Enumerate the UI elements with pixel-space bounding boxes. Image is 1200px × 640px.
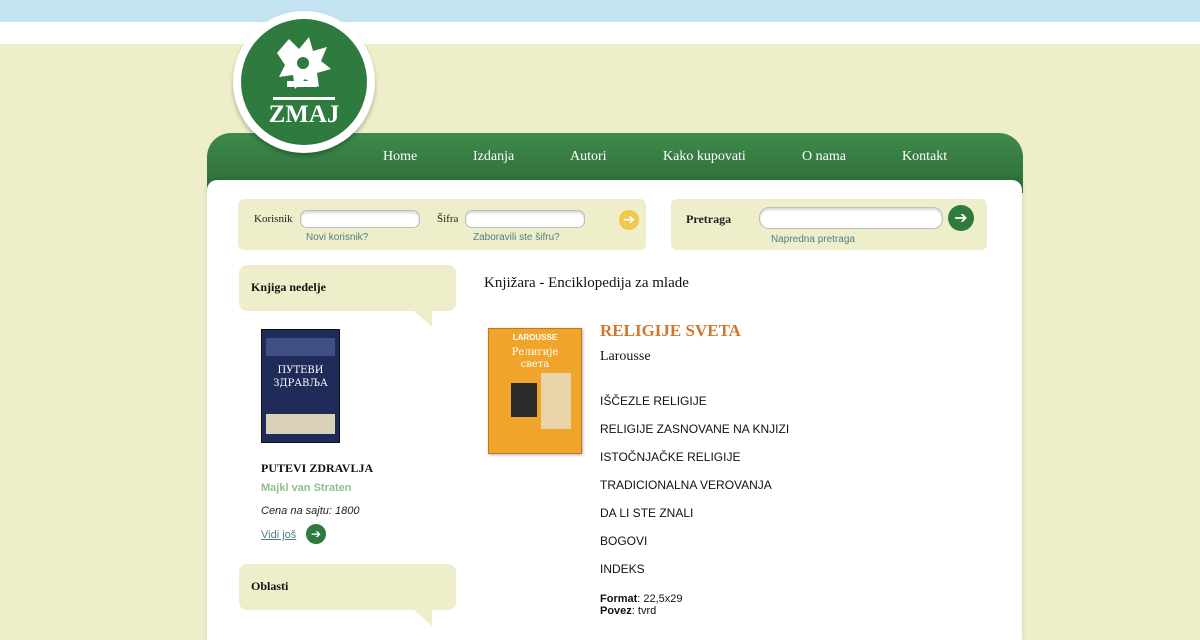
nav-kako-kupovati[interactable]: Kako kupovati [663, 149, 746, 165]
contents-item: IŠČEZLE RELIGIJE [600, 394, 707, 408]
nav-kontakt[interactable]: Kontakt [902, 149, 947, 165]
featured-book-price: Cena na sajtu: 1800 [261, 505, 360, 517]
book-cover[interactable]: LAROUSSE Религије света [488, 328, 582, 454]
featured-cover-title: ПУТЕВИ ЗДРАВЉА [273, 365, 328, 389]
user-input[interactable] [300, 210, 420, 228]
categories-title: Oblasti [251, 579, 289, 593]
format-value: : 22,5x29 [637, 593, 683, 605]
search-form: Pretraga Napredna pretraga ➔ [671, 199, 987, 250]
see-more-link[interactable]: Vidi još [261, 529, 296, 541]
cover-brand: LAROUSSE [512, 333, 558, 342]
search-label: Pretraga [686, 212, 732, 226]
header-tail [414, 311, 432, 327]
see-more-button[interactable]: ➔ [306, 524, 326, 544]
binding-value: : tvrd [631, 605, 657, 617]
book-format: Format: 22,5x29 [600, 593, 683, 605]
featured-book-author: Majkl van Straten [261, 482, 352, 494]
login-submit-button[interactable]: ➔ [619, 210, 639, 230]
site-logo[interactable]: ZMAJ [233, 11, 375, 153]
search-input[interactable] [759, 207, 943, 229]
book-binding: Povez: tvrd [600, 605, 656, 617]
white-stripe [0, 22, 1200, 44]
cover-illustrations [266, 414, 335, 434]
cover-statue [541, 373, 571, 429]
contents-item: BOGOVI [600, 534, 648, 548]
contents-item: TRADICIONALNA VEROVANJA [600, 478, 772, 492]
cover-band [266, 338, 335, 356]
contents-item: DA LI STE ZNALI [600, 506, 694, 520]
dragon-icon [277, 37, 331, 89]
book-publisher: Larousse [600, 349, 651, 364]
nav-o-nama[interactable]: O nama [802, 149, 846, 165]
arrow-right-icon: ➔ [954, 208, 968, 227]
search-submit-button[interactable]: ➔ [948, 205, 974, 231]
breadcrumb: Knjižara - Enciklopedija za mlade [484, 275, 689, 291]
featured-book-title[interactable]: PUTEVI ZDRAVLJA [261, 461, 373, 476]
cover-figure [511, 383, 537, 417]
login-form: Korisnik Šifra Novi korisnik? Zaboravili… [238, 199, 646, 250]
featured-book-cover[interactable]: ПУТЕВИ ЗДРАВЉА [261, 329, 340, 443]
book-title: RELIGIJE SVETA [600, 321, 741, 340]
password-label: Šifra [437, 213, 459, 225]
logo-underline [273, 97, 335, 100]
arrow-right-icon: ➔ [623, 212, 635, 228]
contents-item: INDEKS [600, 562, 645, 576]
advanced-search-link[interactable]: Napredna pretraga [771, 234, 855, 245]
contents-item: RELIGIJE ZASNOVANE NA KNJIZI [600, 422, 790, 436]
logo-text: ZMAJ [268, 101, 340, 128]
top-stripe [0, 0, 1200, 22]
arrow-right-icon: ➔ [310, 527, 322, 541]
binding-label: Povez [600, 605, 632, 617]
logo-badge: ZMAJ [241, 19, 367, 145]
format-label: Format [600, 593, 638, 605]
categories-header: Oblasti [239, 564, 456, 626]
user-label: Korisnik [254, 213, 293, 225]
cover-title: Религије света [511, 347, 559, 370]
nav-autori[interactable]: Autori [570, 149, 607, 165]
password-input[interactable] [465, 210, 585, 228]
contents-item: ISTOČNJAČKE RELIGIJE [600, 450, 741, 464]
new-user-link[interactable]: Novi korisnik? [306, 232, 368, 243]
nav-home[interactable]: Home [383, 149, 417, 165]
header-tail [414, 610, 432, 626]
book-of-week-header: Knjiga nedelje [239, 265, 456, 327]
forgot-password-link[interactable]: Zaboravili ste šifru? [473, 232, 560, 243]
nav-izdanja[interactable]: Izdanja [473, 149, 514, 165]
book-of-week-title: Knjiga nedelje [251, 280, 326, 294]
